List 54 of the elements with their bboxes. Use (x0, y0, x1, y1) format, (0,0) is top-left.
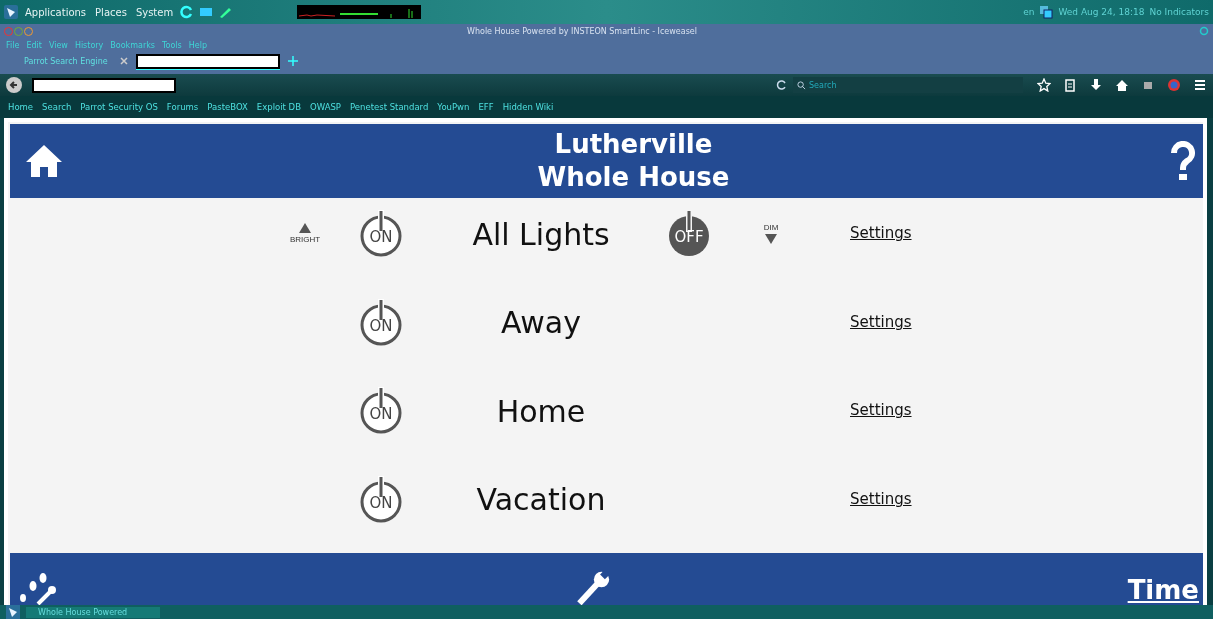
download-icon[interactable] (1089, 78, 1103, 92)
down-triangle-icon (765, 233, 777, 244)
dim-button[interactable]: DIM (754, 222, 788, 244)
circle-icon[interactable] (1199, 26, 1209, 36)
home-icon[interactable] (24, 143, 64, 179)
panel-menu[interactable]: System (133, 6, 176, 18)
panel-menu[interactable]: Places (93, 6, 129, 18)
time-link[interactable]: Time (1127, 575, 1199, 605)
redacted-tab[interactable] (135, 53, 280, 69)
up-triangle-icon (299, 222, 311, 233)
panel-menu[interactable]: Applications (23, 6, 89, 18)
clipboard-icon[interactable] (1063, 78, 1077, 92)
bookmark-link[interactable]: YouPwn (437, 102, 470, 112)
windows-icon[interactable] (1039, 5, 1054, 19)
bookmark-link[interactable]: Hidden Wiki (502, 102, 554, 112)
bookmark-link[interactable]: Parrot Security OS (80, 102, 158, 112)
bookmark-link[interactable]: Forums (166, 102, 199, 112)
bright-button[interactable]: BRIGHT (288, 222, 322, 244)
settings-link[interactable]: Settings (850, 312, 912, 331)
settings-link[interactable]: Settings (850, 401, 912, 420)
search-icon (797, 81, 806, 90)
window-title: Whole House Powered by INSTEON SmartLinc - Iceweasel (467, 26, 697, 36)
back-icon[interactable] (6, 77, 22, 93)
redacted-url-field[interactable] (32, 77, 176, 93)
settings-link[interactable]: Settings (850, 489, 912, 508)
bird-logo-icon[interactable] (6, 605, 20, 619)
scene-name: Away (500, 304, 582, 341)
bookmark-link[interactable]: Home (8, 102, 34, 112)
refresh-icon[interactable] (180, 5, 195, 19)
close-icon[interactable] (119, 57, 128, 65)
new-tab-icon[interactable] (287, 56, 298, 66)
settings-link[interactable]: Settings (850, 224, 912, 243)
bookmark-link[interactable]: Exploit DB (256, 102, 301, 112)
bookmark-link[interactable]: EFF (478, 102, 494, 112)
menu-icon[interactable] (1193, 78, 1207, 92)
reload-icon[interactable] (775, 78, 789, 92)
bird-logo-icon[interactable] (4, 5, 18, 19)
shield-icon[interactable] (1167, 78, 1181, 92)
pen-icon[interactable] (218, 5, 233, 19)
scene-name: All Lights (471, 215, 611, 252)
help-icon[interactable] (1171, 141, 1195, 181)
bookmark-star-icon[interactable] (1037, 78, 1051, 92)
bulbs-and-wrench-icon[interactable] (18, 571, 58, 605)
bookmark-link[interactable]: Search (42, 102, 72, 112)
indicators-label[interactable]: No Indicators (1149, 7, 1209, 17)
page-title: Lutherville Whole House (537, 128, 730, 194)
home-icon[interactable] (1115, 78, 1129, 92)
bookmark-link[interactable]: Penetest Standard (349, 102, 429, 112)
mail-icon[interactable] (199, 5, 214, 19)
bookmark-link[interactable]: PasteBOX (207, 102, 248, 112)
search-field[interactable]: Search (793, 77, 1023, 93)
scene-name: Home (495, 392, 587, 429)
bookmark-link[interactable]: OWASP (310, 102, 341, 112)
scene-name: Vacation (475, 481, 607, 518)
